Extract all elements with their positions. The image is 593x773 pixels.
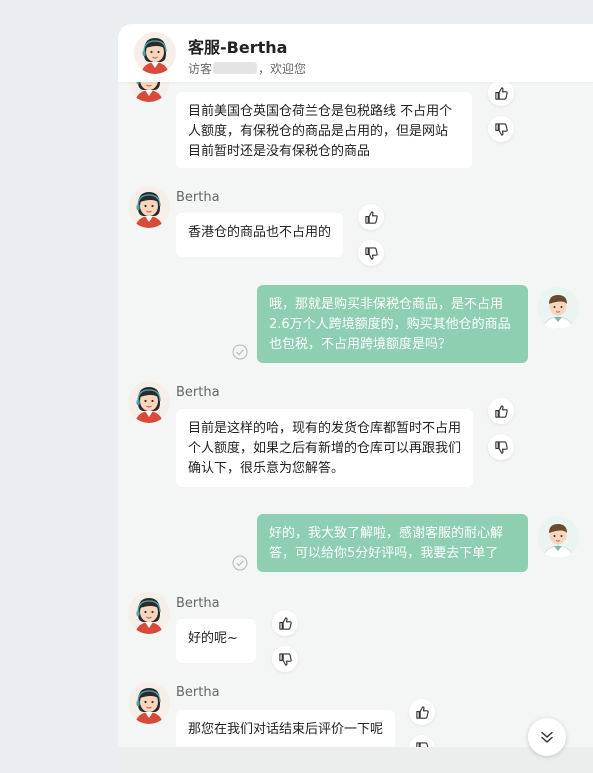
chevron-double-down-icon [541,731,553,743]
message-bubble: 目前美国仓英国仓荷兰仓是包税路线 不占用个人额度，有保税仓的商品是占用的，但是网… [176,92,472,168]
thumbs-up-icon [364,210,379,225]
thumbs-down-icon [494,122,509,137]
thumbs-up-icon [415,705,430,720]
message-bubble: 哦，那就是购买非保税仓商品，是不占用2.6万个人跨境额度的，购买其他仓的商品也包… [257,285,528,363]
message-bubble: 好的呢~ [176,619,256,663]
visitor-avatar [537,516,579,558]
message-bubble: 目前是这样的哈，现有的发货仓库都暂时不占用个人额度，如果之后有新增的仓库可以再跟… [176,409,473,487]
thumbs-up-icon [494,86,509,101]
sender-name: Bertha [176,385,220,400]
chat-header: 客服-Bertha 访客 ，欢迎您 [118,24,593,82]
welcome-prefix: 访客 [188,62,213,76]
sender-name: Bertha [176,190,220,205]
scroll-to-bottom-button[interactable] [528,718,566,756]
page-title: 客服-Bertha [188,38,288,57]
message-bubble: 好的，我大致了解啦，感谢客服的耐心解答，可以给你5分好评吗，我要去下单了 [257,514,528,572]
check-circle-icon [232,555,248,571]
like-button[interactable] [358,204,384,230]
thumbs-down-icon [494,440,509,455]
check-circle-icon [232,344,248,360]
sender-name: Bertha [176,685,220,700]
thumbs-down-icon [364,246,379,261]
welcome-text: 访客 ，欢迎您 [188,60,306,77]
welcome-suffix: ，欢迎您 [258,62,307,76]
agent-avatar [134,32,176,74]
message-bubble: 香港仓的商品也不占用的 [176,213,343,257]
agent-avatar [128,381,170,423]
chat-panel: 客服-Bertha 访客 ，欢迎您 目前美国仓英国仓荷兰仓是包税路线 不占用个人额… [118,24,593,773]
dislike-button[interactable] [358,240,384,266]
dislike-button[interactable] [272,646,298,672]
visitor-avatar [537,287,579,329]
like-button[interactable] [488,80,514,106]
input-area[interactable] [118,747,593,773]
agent-avatar [128,186,170,228]
thumbs-up-icon [278,616,293,631]
thumbs-up-icon [494,404,509,419]
visitor-id-redacted [213,62,258,74]
thumbs-down-icon [278,652,293,667]
agent-avatar [128,592,170,634]
like-button[interactable] [488,398,514,424]
sender-name: Bertha [176,596,220,611]
like-button[interactable] [272,610,298,636]
dislike-button[interactable] [488,434,514,460]
dislike-button[interactable] [488,116,514,142]
agent-avatar [128,682,170,724]
like-button[interactable] [409,699,435,725]
